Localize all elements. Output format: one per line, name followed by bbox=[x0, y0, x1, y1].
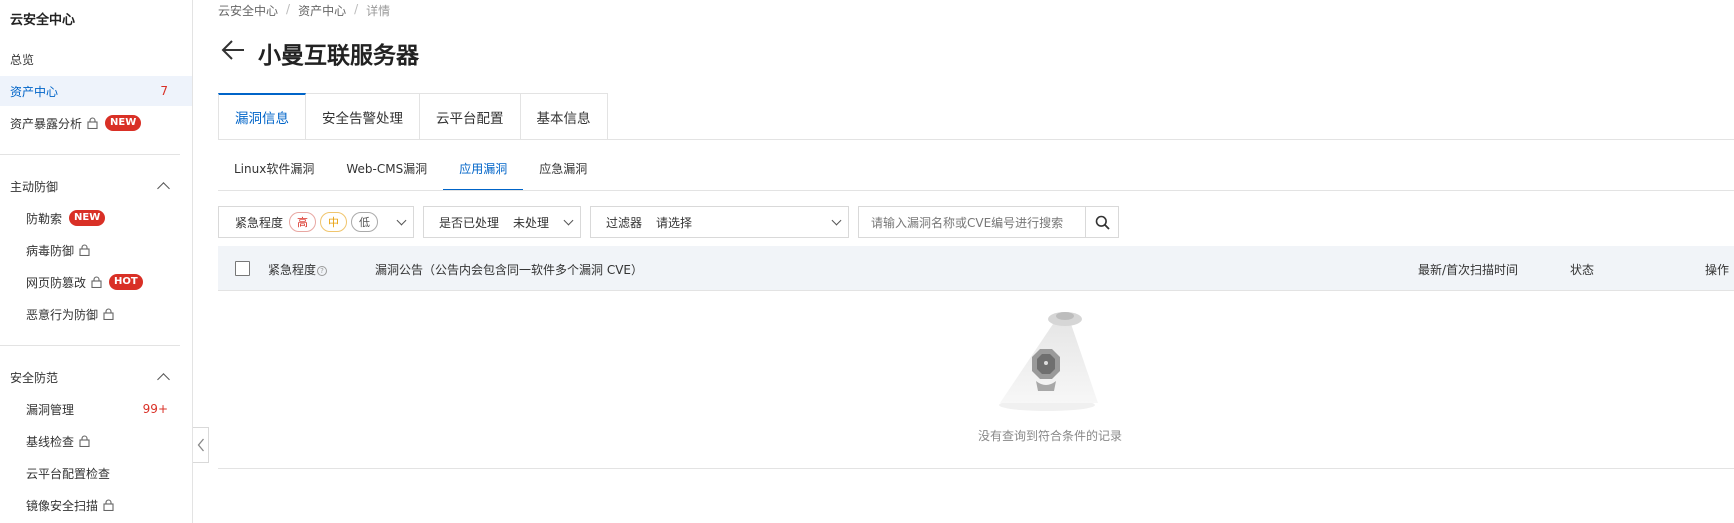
empty-state-text: 没有查询到符合条件的记录 bbox=[977, 429, 1122, 443]
breadcrumb: 云安全中心 / 资产中心 / 详情 bbox=[218, 2, 390, 19]
lock-icon bbox=[91, 276, 102, 288]
urgency-high-tag[interactable]: 高 bbox=[289, 212, 317, 232]
hot-badge: HOT bbox=[109, 274, 143, 290]
search-icon bbox=[1095, 215, 1110, 230]
column-urgency-label: 紧急程度 bbox=[268, 263, 317, 277]
sidebar-divider bbox=[0, 154, 180, 155]
vulnerability-count: 99+ bbox=[142, 402, 168, 416]
custom-filter-placeholder: 请选择 bbox=[656, 215, 693, 230]
urgency-low-tag[interactable]: 低 bbox=[351, 212, 379, 232]
subtab-linux-software[interactable]: Linux软件漏洞 bbox=[218, 160, 330, 191]
breadcrumb-separator: / bbox=[354, 2, 359, 16]
sub-tabs: Linux软件漏洞 Web-CMS漏洞 应用漏洞 应急漏洞 bbox=[218, 160, 603, 191]
chevron-left-icon bbox=[197, 438, 204, 452]
processed-filter[interactable]: 是否已处理 未处理 bbox=[423, 206, 581, 238]
column-notice: 漏洞公告（公告内会包含同一软件多个漏洞 CVE） bbox=[375, 263, 643, 277]
chevron-down-icon bbox=[563, 215, 574, 226]
urgency-filter[interactable]: 紧急程度 高 中 低 bbox=[218, 206, 414, 238]
breadcrumb-current: 详情 bbox=[366, 4, 391, 18]
search-input[interactable]: 请输入漏洞名称或CVE编号进行搜索 bbox=[858, 206, 1086, 238]
lock-icon bbox=[79, 244, 90, 256]
back-arrow-icon[interactable] bbox=[220, 38, 246, 62]
main-tabs: 漏洞信息 安全告警处理 云平台配置 基本信息 bbox=[218, 93, 608, 140]
column-urgency[interactable]: 紧急程度? bbox=[268, 261, 328, 278]
new-badge: NEW bbox=[105, 115, 142, 131]
sidebar-item-label: 网页防篡改 bbox=[26, 275, 87, 290]
sidebar-group-security-prevention[interactable]: 安全防范 bbox=[0, 362, 192, 392]
sidebar-title: 云安全中心 bbox=[10, 13, 76, 28]
urgency-mid-tag[interactable]: 中 bbox=[320, 212, 348, 232]
sidebar-item-asset-center[interactable]: 资产中心 7 bbox=[0, 76, 192, 106]
sidebar-divider bbox=[0, 345, 180, 346]
sidebar-item-image-security-scan[interactable]: 镜像安全扫描 bbox=[0, 490, 192, 520]
tab-security-alerts[interactable]: 安全告警处理 bbox=[306, 93, 420, 140]
sidebar-item-vulnerability-management[interactable]: 漏洞管理 99+ bbox=[0, 394, 192, 424]
asset-count: 7 bbox=[160, 84, 168, 98]
subtab-web-cms[interactable]: Web-CMS漏洞 bbox=[330, 160, 443, 191]
empty-state-illustration bbox=[992, 309, 1102, 413]
processed-filter-label: 是否已处理 bbox=[439, 215, 500, 230]
processed-filter-value: 未处理 bbox=[513, 215, 550, 230]
breadcrumb-separator: / bbox=[286, 2, 291, 16]
tab-vulnerability-info[interactable]: 漏洞信息 bbox=[218, 93, 306, 140]
column-status: 状态 bbox=[1570, 263, 1595, 277]
lock-icon bbox=[87, 117, 98, 129]
chevron-up-icon bbox=[157, 182, 170, 195]
chevron-up-icon bbox=[157, 373, 170, 386]
urgency-filter-label: 紧急程度 bbox=[235, 215, 284, 230]
sidebar-item-label: 镜像安全扫描 bbox=[26, 498, 99, 513]
lock-icon bbox=[79, 435, 90, 447]
sidebar-item-label: 基线检查 bbox=[26, 434, 75, 449]
sidebar-item-label: 资产暴露分析 bbox=[10, 116, 83, 131]
breadcrumb-item[interactable]: 云安全中心 bbox=[218, 2, 278, 19]
sidebar-item-baseline-check[interactable]: 基线检查 bbox=[0, 426, 192, 456]
sidebar-item-cloud-config-check[interactable]: 云平台配置检查 bbox=[0, 458, 192, 488]
sidebar-item-label: 漏洞管理 bbox=[26, 402, 75, 417]
search-button[interactable] bbox=[1085, 206, 1119, 238]
sidebar: 云安全中心 总览 资产中心 7 资产暴露分析 NEW 主动防御 防勒索 NEW … bbox=[0, 0, 193, 523]
sidebar-item-label: 恶意行为防御 bbox=[26, 307, 99, 322]
sidebar-collapse-button[interactable] bbox=[193, 427, 209, 463]
lock-icon bbox=[103, 308, 114, 320]
sidebar-item-label: 防勒索 bbox=[26, 211, 63, 226]
sidebar-item-overview[interactable]: 总览 bbox=[0, 44, 192, 74]
column-scan-time: 最新/首次扫描时间 bbox=[1418, 263, 1519, 277]
sidebar-group-label: 主动防御 bbox=[10, 179, 59, 194]
page-title: 小曼互联服务器 bbox=[258, 43, 419, 69]
new-badge: NEW bbox=[69, 210, 106, 226]
chevron-down-icon bbox=[396, 215, 407, 226]
sidebar-item-virus-defense[interactable]: 病毒防御 bbox=[0, 235, 192, 265]
subtabs-divider bbox=[218, 190, 1734, 191]
chevron-down-icon bbox=[831, 215, 842, 226]
help-icon[interactable]: ? bbox=[317, 265, 328, 276]
column-action: 操作 bbox=[1705, 263, 1730, 277]
sidebar-item-anti-ransomware[interactable]: 防勒索 NEW bbox=[0, 203, 192, 233]
tabs-divider bbox=[218, 139, 1734, 140]
sidebar-item-malicious-behavior-defense[interactable]: 恶意行为防御 bbox=[0, 299, 192, 329]
sidebar-group-active-defense[interactable]: 主动防御 bbox=[0, 171, 192, 201]
tab-basic-info[interactable]: 基本信息 bbox=[520, 93, 608, 140]
table-bottom-border bbox=[218, 468, 1734, 469]
select-all-checkbox[interactable] bbox=[235, 261, 250, 276]
custom-filter-label: 过滤器 bbox=[606, 215, 643, 230]
sidebar-item-web-tamper-protection[interactable]: 网页防篡改 HOT bbox=[0, 267, 192, 297]
sidebar-item-label: 资产中心 bbox=[10, 84, 59, 99]
lock-icon bbox=[103, 499, 114, 511]
sidebar-item-label: 总览 bbox=[10, 52, 35, 67]
table-header: 紧急程度? 漏洞公告（公告内会包含同一软件多个漏洞 CVE） 最新/首次扫描时间… bbox=[218, 246, 1734, 291]
breadcrumb-item[interactable]: 资产中心 bbox=[298, 2, 346, 19]
custom-filter-select[interactable]: 过滤器 请选择 bbox=[590, 206, 849, 238]
sidebar-item-exposure-analysis[interactable]: 资产暴露分析 NEW bbox=[0, 108, 192, 138]
subtab-emergency[interactable]: 应急漏洞 bbox=[523, 160, 603, 191]
subtab-application[interactable]: 应用漏洞 bbox=[443, 160, 524, 191]
sidebar-group-label: 安全防范 bbox=[10, 370, 59, 385]
sidebar-item-label: 云平台配置检查 bbox=[26, 466, 111, 481]
tab-cloud-platform-config[interactable]: 云平台配置 bbox=[420, 93, 521, 140]
sidebar-item-label: 病毒防御 bbox=[26, 243, 75, 258]
